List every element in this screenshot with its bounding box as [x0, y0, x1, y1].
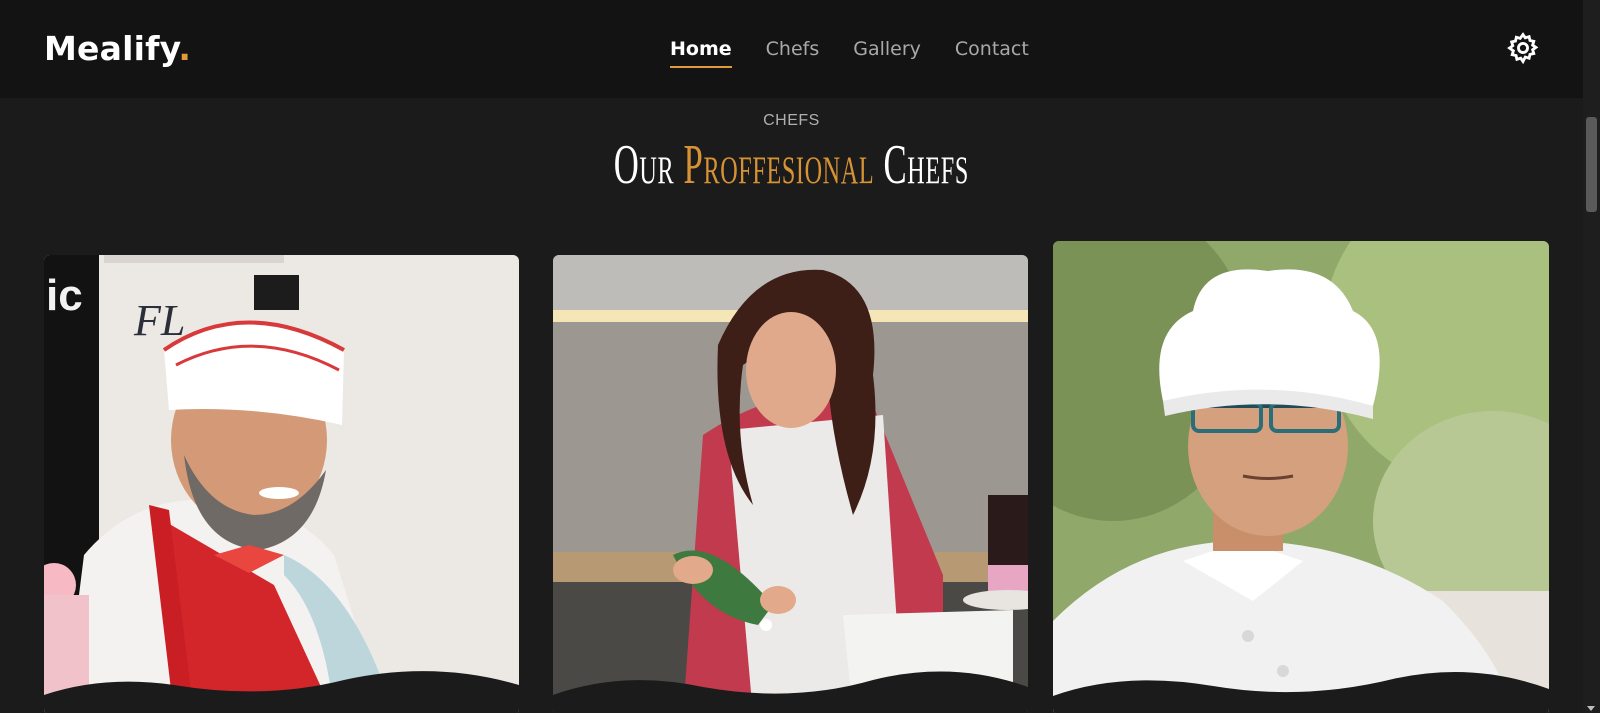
logo-dot: .	[178, 29, 192, 68]
chef-card[interactable]: ic FL	[44, 255, 519, 713]
chef-card[interactable]	[553, 255, 1028, 713]
chef-photo: ic FL	[44, 255, 519, 713]
nav-item-gallery[interactable]: Gallery	[853, 38, 921, 68]
main-nav: Home Chefs Gallery Contact	[670, 38, 1063, 68]
page: Mealify. Home Chefs Gallery Contact CHEF…	[0, 0, 1600, 713]
chef-photo	[1053, 241, 1549, 713]
nav-item-home[interactable]: Home	[670, 38, 732, 68]
section-eyebrow: CHEFS	[763, 112, 820, 129]
scrollbar-thumb[interactable]	[1586, 117, 1597, 212]
chef-photo	[553, 255, 1028, 713]
svg-text:ic: ic	[46, 271, 83, 320]
logo-text: Mealify	[44, 29, 179, 68]
nav-item-chefs[interactable]: Chefs	[766, 38, 820, 68]
title-part-1: Our	[613, 134, 684, 196]
gear-icon[interactable]	[1506, 31, 1540, 65]
section-title: Our Proffesional Chefs	[301, 133, 1282, 197]
chef-card[interactable]	[1053, 241, 1549, 713]
scroll-down-icon[interactable]	[1587, 706, 1595, 711]
title-accent: Proffesional	[683, 134, 875, 196]
logo[interactable]: Mealify.	[44, 29, 191, 68]
page-scrollbar[interactable]	[1583, 0, 1600, 713]
svg-text:FL: FL	[133, 296, 185, 345]
title-part-2: Chefs	[874, 134, 969, 196]
nav-item-contact[interactable]: Contact	[955, 38, 1029, 68]
site-header: Mealify. Home Chefs Gallery Contact	[0, 0, 1583, 98]
